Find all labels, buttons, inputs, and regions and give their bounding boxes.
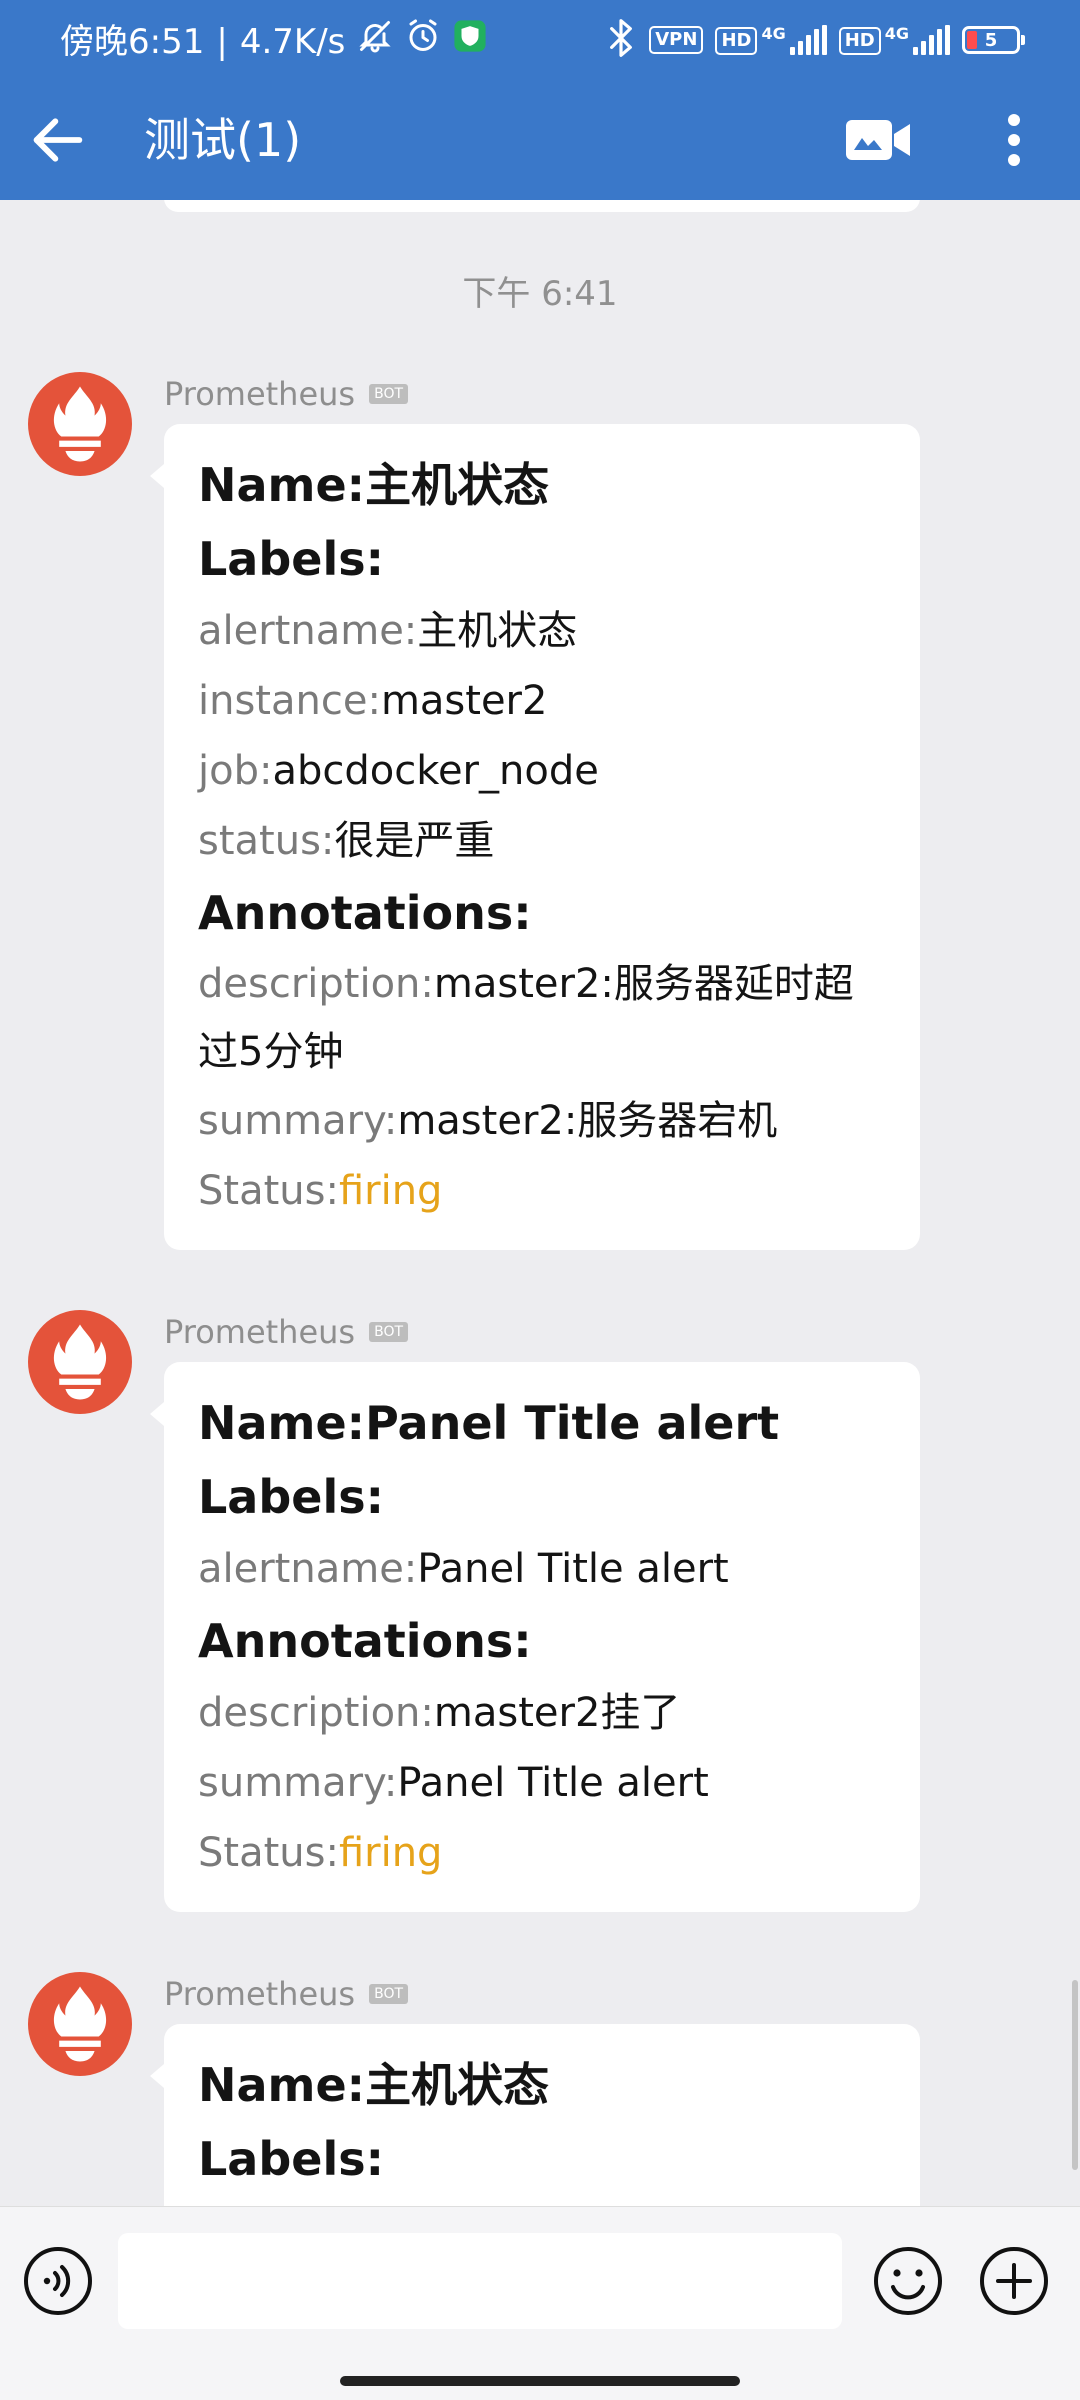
annotations-heading: Annotations: bbox=[198, 1614, 532, 1668]
status-left: 傍晚6:51 | 4.7K/s bbox=[60, 18, 487, 65]
signal-icon: HD 4G bbox=[715, 24, 827, 55]
previous-message-bubble bbox=[164, 200, 920, 212]
annotation-summary: summary:master2:服务器宕机 bbox=[198, 1098, 778, 1144]
alert-status: Status:firing bbox=[198, 1168, 443, 1214]
bluetooth-icon bbox=[605, 18, 637, 62]
annotations-heading: Annotations: bbox=[198, 886, 532, 940]
back-button[interactable] bbox=[26, 108, 90, 172]
status-separator: | bbox=[216, 21, 228, 62]
chat-title: 测试(1) bbox=[144, 113, 302, 167]
voice-input-icon bbox=[24, 2247, 92, 2315]
alert-name: Name:Panel Title alert bbox=[198, 1396, 780, 1450]
annotation-description: description:master2挂了 bbox=[198, 1690, 681, 1736]
status-right: VPN HD 4G HD 4G 5 bbox=[605, 18, 1025, 62]
more-vertical-icon bbox=[1008, 114, 1020, 166]
time-divider: 下午 6:41 bbox=[462, 274, 618, 314]
home-indicator[interactable] bbox=[340, 2376, 740, 2386]
hd-badge-2: HD bbox=[838, 27, 881, 55]
sender-row: Prometheus BOT bbox=[164, 374, 409, 414]
emoji-button[interactable] bbox=[872, 2245, 944, 2317]
plus-icon bbox=[980, 2247, 1048, 2315]
message-bubble[interactable]: Name:主机状态 Labels: bbox=[150, 2024, 920, 2206]
message-input[interactable] bbox=[118, 2233, 842, 2329]
network-speed: 4.7K/s bbox=[239, 21, 346, 62]
label-alertname: alertname:Panel Title alert bbox=[198, 1546, 729, 1592]
navigation-area bbox=[0, 2352, 1080, 2400]
signal-bars bbox=[789, 25, 827, 55]
voice-input-button[interactable] bbox=[22, 2245, 94, 2317]
message-bubble[interactable]: Name:主机状态 Labels: alertname:主机状态 instanc… bbox=[150, 424, 920, 1250]
bot-badge: BOT bbox=[369, 1984, 409, 2004]
label-status: status:很是严重 bbox=[198, 818, 495, 864]
signal-icon-2: HD 4G bbox=[838, 24, 950, 55]
avatar[interactable] bbox=[28, 1310, 132, 1414]
emoji-icon bbox=[874, 2247, 942, 2315]
sender-row: Prometheus BOT bbox=[164, 1974, 409, 2014]
annotation-summary: summary:Panel Title alert bbox=[198, 1760, 709, 1806]
vpn-badge: VPN bbox=[649, 26, 704, 54]
prometheus-logo-icon bbox=[28, 1972, 132, 2076]
battery-icon: 5 bbox=[962, 26, 1025, 54]
network-type: 4G bbox=[761, 24, 786, 43]
app-bar: 测试(1) bbox=[0, 80, 1080, 200]
status-time: 傍晚6:51 bbox=[60, 21, 205, 62]
bot-badge: BOT bbox=[369, 384, 409, 404]
label-instance: instance:master2 bbox=[198, 678, 548, 724]
labels-heading: Labels: bbox=[198, 1470, 385, 1524]
video-call-button[interactable] bbox=[844, 112, 912, 168]
prometheus-logo-icon bbox=[28, 1310, 132, 1414]
avatar[interactable] bbox=[28, 1972, 132, 2076]
label-alertname: alertname:主机状态 bbox=[198, 608, 578, 654]
more-options-button[interactable] bbox=[990, 108, 1038, 172]
mute-bell-icon bbox=[357, 18, 393, 65]
video-call-icon bbox=[846, 120, 910, 160]
chat-area[interactable]: 下午 6:41 Prometheus BOT Name:主机状态 Labels:… bbox=[0, 200, 1080, 2206]
sender-row: Prometheus BOT bbox=[164, 1312, 409, 1352]
hd-badge: HD bbox=[715, 27, 758, 55]
label-job: job:abcdocker_node bbox=[198, 748, 599, 794]
sender-name: Prometheus bbox=[164, 1313, 356, 1351]
battery-level: 5 bbox=[984, 29, 998, 51]
message-bubble[interactable]: Name:Panel Title alert Labels: alertname… bbox=[150, 1362, 920, 1912]
back-arrow-icon bbox=[33, 118, 83, 162]
shield-app-icon bbox=[453, 19, 487, 64]
sender-name: Prometheus bbox=[164, 1975, 356, 2013]
annotation-description: description:master2:服务器延时超过5分钟 bbox=[198, 961, 854, 1075]
sender-name: Prometheus bbox=[164, 375, 356, 413]
alert-name: Name:主机状态 bbox=[198, 2058, 550, 2112]
network-type-2: 4G bbox=[884, 24, 909, 43]
input-bar bbox=[0, 2206, 1080, 2353]
status-bar: 傍晚6:51 | 4.7K/s VPN HD 4G HD 4G 5 bbox=[0, 0, 1080, 80]
bot-badge: BOT bbox=[369, 1322, 409, 1342]
labels-heading: Labels: bbox=[198, 532, 385, 586]
labels-heading: Labels: bbox=[198, 2132, 385, 2186]
more-actions-button[interactable] bbox=[978, 2245, 1050, 2317]
alert-name: Name:主机状态 bbox=[198, 458, 550, 512]
alert-status: Status:firing bbox=[198, 1830, 443, 1876]
alarm-icon bbox=[405, 18, 441, 65]
prometheus-logo-icon bbox=[28, 372, 132, 476]
avatar[interactable] bbox=[28, 372, 132, 476]
signal-bars-2 bbox=[913, 25, 950, 55]
scrollbar-thumb[interactable] bbox=[1072, 1980, 1078, 2170]
